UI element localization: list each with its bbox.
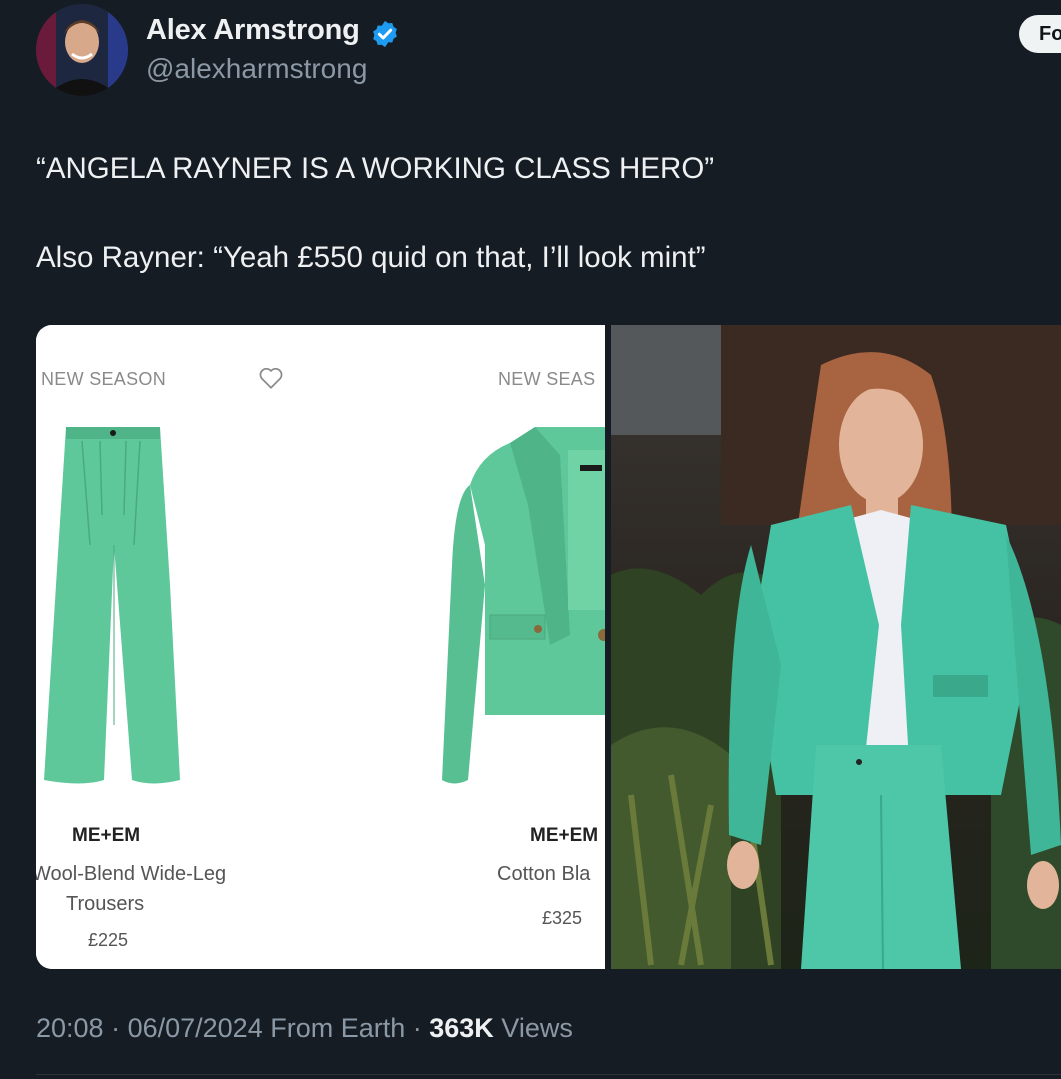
views-count: 363K bbox=[429, 1013, 494, 1043]
divider bbox=[36, 1074, 1061, 1075]
photo-image bbox=[611, 325, 1061, 969]
product2-brand: ME+EM bbox=[530, 825, 599, 846]
photo-woman-in-mint-suit[interactable] bbox=[611, 325, 1061, 969]
blazer-image[interactable] bbox=[440, 425, 605, 790]
meta-separator: · bbox=[103, 1013, 128, 1043]
avatar-image bbox=[36, 4, 128, 96]
wishlist-heart-icon[interactable] bbox=[258, 366, 284, 390]
product1-brand: ME+EM bbox=[72, 825, 141, 846]
product2-name: Cotton Bla bbox=[497, 863, 591, 885]
product2-new-season-tag: NEW SEAS bbox=[498, 369, 596, 389]
tweet-media[interactable]: NEW SEASON ME+EM Wool-Blend Wide-Leg Tro… bbox=[36, 325, 1061, 969]
product1-new-season-tag: NEW SEASON bbox=[41, 369, 167, 389]
product1-name-line-1: Wool-Blend Wide-Leg bbox=[36, 863, 227, 885]
views-label: Views bbox=[493, 1013, 573, 1043]
follow-button[interactable]: Fo bbox=[1019, 15, 1061, 53]
product2-price: £325 bbox=[542, 908, 583, 928]
product-screenshot: NEW SEASON ME+EM Wool-Blend Wide-Leg Tro… bbox=[36, 325, 605, 969]
author-name[interactable]: Alex Armstrong bbox=[146, 14, 360, 47]
tweet-date[interactable]: 06/07/2024 bbox=[128, 1013, 263, 1043]
tweet-text-line-1: “ANGELA RAYNER IS A WORKING CLASS HERO” bbox=[36, 152, 715, 185]
tweet-source: From Earth bbox=[262, 1013, 406, 1043]
author-handle[interactable]: @alexharmstrong bbox=[146, 53, 367, 85]
verified-badge-icon bbox=[373, 20, 397, 48]
product1-price: £225 bbox=[88, 930, 129, 950]
tweet-meta: 20:08 · 06/07/2024 From Earth · 363K Vie… bbox=[36, 1013, 573, 1044]
tweet-time[interactable]: 20:08 bbox=[36, 1013, 104, 1043]
avatar[interactable] bbox=[36, 4, 128, 96]
trousers-image[interactable] bbox=[42, 425, 182, 790]
product1-name-line-2: Trousers bbox=[66, 893, 145, 915]
meta-separator: · bbox=[405, 1013, 430, 1043]
tweet-text-line-2: Also Rayner: “Yeah £550 quid on that, I’… bbox=[36, 241, 706, 274]
